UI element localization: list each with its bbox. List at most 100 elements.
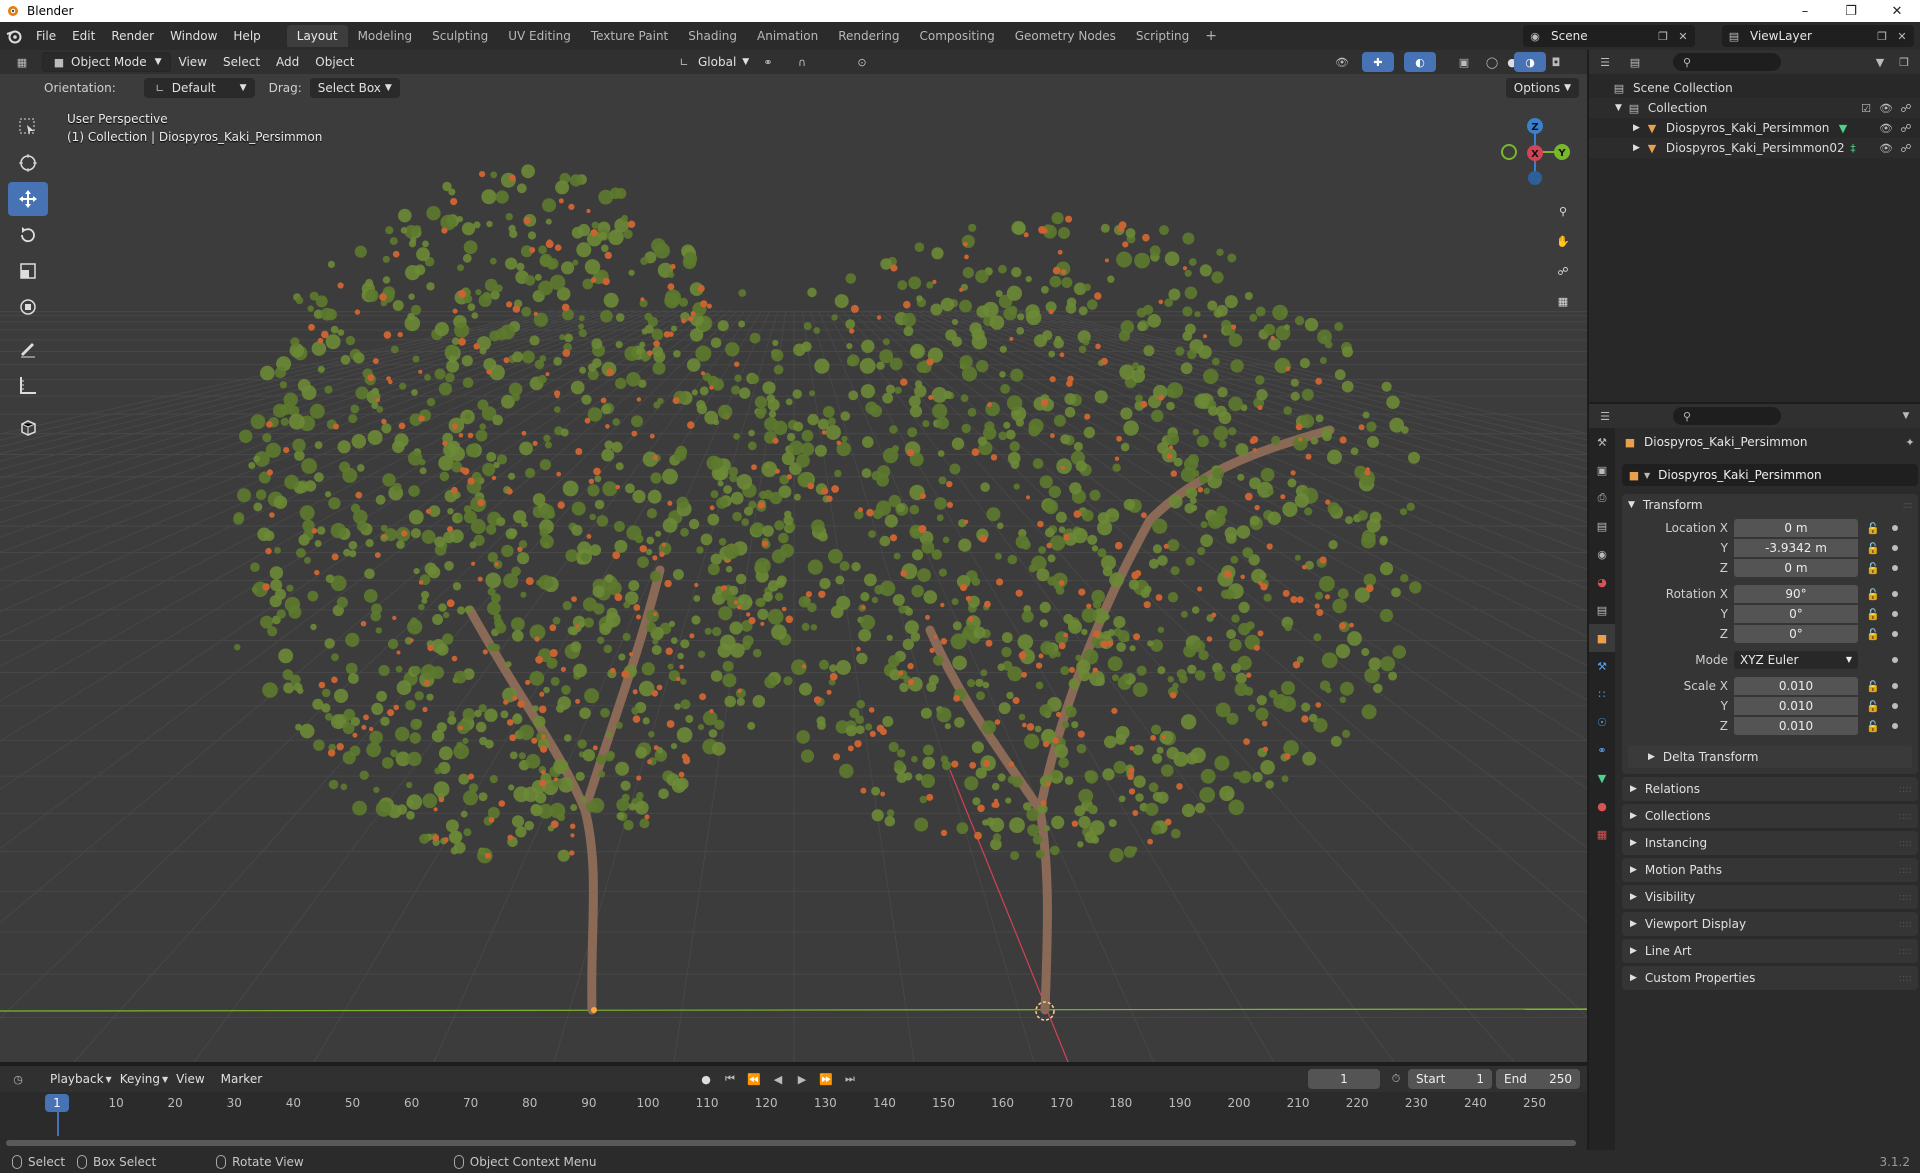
pin-icon[interactable]: ✦ (1902, 434, 1918, 450)
panel-viewport-display[interactable]: ▶ Viewport Display:::: (1622, 912, 1918, 936)
viewport-menu-add[interactable]: Add (268, 50, 307, 76)
display-mode-icon[interactable]: ▤ (1627, 54, 1643, 70)
eye-icon[interactable]: 👁 (1878, 100, 1894, 116)
drag-handle-icon[interactable]: :::: (1903, 500, 1914, 511)
keyframe-dot[interactable] (1892, 525, 1898, 531)
add-cube-tool[interactable] (8, 410, 48, 444)
lock-icon[interactable]: 🔓 (1866, 698, 1880, 714)
keyframe-dot[interactable] (1892, 545, 1898, 551)
camera-view-button[interactable]: ☍ (1550, 258, 1576, 284)
record-icon[interactable]: ● (698, 1071, 714, 1087)
tab-constraints[interactable]: ⚭ (1589, 736, 1615, 764)
camera-render-icon[interactable]: ☍ (1898, 120, 1914, 136)
jump-end-icon[interactable]: ⏭ (842, 1071, 858, 1087)
current-frame-field[interactable]: 1 (1308, 1069, 1380, 1089)
rotation-z-field[interactable]: 0° (1734, 625, 1858, 643)
tab-modeling[interactable]: Modeling (348, 25, 423, 47)
keyframe-dot[interactable] (1892, 611, 1898, 617)
scale-z-field[interactable]: 0.010 (1734, 717, 1858, 735)
next-keyframe-icon[interactable]: ⏩ (818, 1071, 834, 1087)
close-button[interactable]: ✕ (1874, 0, 1920, 22)
filter-icon[interactable]: ▼ (1872, 54, 1888, 70)
tab-geometry-nodes[interactable]: Geometry Nodes (1005, 25, 1126, 47)
tab-world[interactable]: ◕ (1589, 568, 1615, 596)
lock-icon[interactable]: 🔓 (1866, 520, 1880, 536)
annotate-tool[interactable] (8, 332, 48, 366)
collapse-arrow-icon[interactable]: ▼ (1615, 103, 1622, 113)
pan-button[interactable]: ✋ (1550, 228, 1576, 254)
timeline-menu-view[interactable]: View (168, 1065, 212, 1093)
eye-icon[interactable]: 👁 (1878, 140, 1894, 156)
overlays-toggle[interactable]: ◐ (1404, 52, 1436, 72)
scene-selector[interactable]: ◉ Scene ❐ ✕ (1523, 25, 1695, 47)
drag-handle-icon[interactable]: :::: (1899, 892, 1912, 903)
rotation-x-field[interactable]: 90° (1734, 585, 1858, 603)
tab-view-layer[interactable]: ▤ (1589, 512, 1615, 540)
panel-collections[interactable]: ▶ Collections:::: (1622, 804, 1918, 828)
lock-icon[interactable]: 🔓 (1866, 586, 1880, 602)
tab-data[interactable]: ▼ (1589, 764, 1615, 792)
tab-scene[interactable]: ◉ (1589, 540, 1615, 568)
measure-tool[interactable] (8, 368, 48, 402)
end-frame-field[interactable]: End 250 (1496, 1069, 1580, 1089)
scale-y-field[interactable]: 0.010 (1734, 697, 1858, 715)
lock-icon[interactable]: 🔓 (1866, 606, 1880, 622)
timeline-menu-marker[interactable]: Marker (213, 1065, 270, 1093)
outliner-row-object-1[interactable]: ▶ ▼ Diospyros_Kaki_Persimmon ▼ 👁 ☍ (1589, 118, 1920, 138)
timeline-editor-icon[interactable]: ◷ (10, 1071, 26, 1087)
expand-arrow-icon[interactable]: ▶ (1633, 123, 1640, 133)
tab-render[interactable]: ▣ (1589, 456, 1615, 484)
transform-panel-header[interactable]: ▼ Transform :::: (1622, 494, 1918, 516)
panel-instancing[interactable]: ▶ Instancing:::: (1622, 831, 1918, 855)
properties-search-input[interactable]: ⚲ (1673, 407, 1781, 425)
panel-custom-properties[interactable]: ▶ Custom Properties:::: (1622, 966, 1918, 990)
keyframe-dot[interactable] (1892, 565, 1898, 571)
lock-icon[interactable]: 🔓 (1866, 678, 1880, 694)
camera-render-icon[interactable]: ☍ (1898, 140, 1914, 156)
scale-x-field[interactable]: 0.010 (1734, 677, 1858, 695)
tab-tool[interactable]: ⚒ (1589, 428, 1615, 456)
add-workspace-button[interactable]: + (1199, 28, 1223, 44)
3d-viewport[interactable]: ▦ ■ Object Mode ▼ View Select Add Object… (0, 50, 1587, 1062)
rotation-y-field[interactable]: 0° (1734, 605, 1858, 623)
drag-handle-icon[interactable]: :::: (1899, 973, 1912, 984)
tab-uv-editing[interactable]: UV Editing (498, 25, 581, 47)
timeline-ruler[interactable]: 1 10 20 30 40 50 60 70 80 90 100 110 120 130 140 150 16… (0, 1094, 1587, 1114)
keyframe-dot[interactable] (1892, 657, 1898, 663)
minimize-button[interactable]: – (1782, 0, 1828, 22)
outliner-search-input[interactable]: ⚲ (1673, 53, 1781, 71)
start-frame-field[interactable]: Start 1 (1408, 1069, 1492, 1089)
chevron-down-icon[interactable]: ▼ (1898, 408, 1914, 424)
drag-handle-icon[interactable]: :::: (1899, 784, 1912, 795)
lock-icon[interactable]: 🔓 (1866, 560, 1880, 576)
play-reverse-icon[interactable]: ◀ (770, 1071, 786, 1087)
cursor-tool[interactable] (8, 146, 48, 180)
delete-scene-icon[interactable]: ✕ (1675, 28, 1691, 44)
keyframe-dot[interactable] (1892, 683, 1898, 689)
outliner-editor-icon[interactable]: ☰ (1597, 54, 1613, 70)
transform-orientation-dropdown[interactable]: ∟ Global ▼ (668, 52, 757, 72)
tab-scripting[interactable]: Scripting (1126, 25, 1199, 47)
view-layer-selector[interactable]: ▤ ViewLayer ❐ ✕ (1722, 25, 1914, 47)
lock-icon[interactable]: 🔓 (1866, 540, 1880, 556)
new-collection-icon[interactable]: ❐ (1896, 54, 1912, 70)
location-x-field[interactable]: 0 m (1734, 519, 1858, 537)
tab-rendering[interactable]: Rendering (828, 25, 909, 47)
jump-start-icon[interactable]: ⏮ (722, 1071, 738, 1087)
neg-y-axis-handle[interactable] (1501, 144, 1517, 160)
drag-handle-icon[interactable]: :::: (1899, 865, 1912, 876)
visibility-dropdown[interactable]: 👁 (1326, 52, 1358, 72)
stopwatch-icon[interactable]: ⏱ (1388, 1071, 1404, 1087)
tab-shading[interactable]: Shading (678, 25, 747, 47)
tab-object[interactable]: ■ (1589, 624, 1615, 652)
expand-arrow-icon[interactable]: ▶ (1633, 143, 1640, 153)
tab-compositing[interactable]: Compositing (909, 25, 1004, 47)
eye-icon[interactable]: 👁 (1878, 120, 1894, 136)
ortho-toggle-button[interactable]: ▦ (1550, 288, 1576, 314)
keyframe-dot[interactable] (1892, 591, 1898, 597)
navigation-gizmo[interactable]: Z Y X (1490, 108, 1580, 198)
menu-help[interactable]: Help (225, 22, 268, 50)
viewport-menu-object[interactable]: Object (307, 50, 362, 76)
play-icon[interactable]: ▶ (794, 1071, 810, 1087)
panel-relations[interactable]: ▶ Relations:::: (1622, 777, 1918, 801)
